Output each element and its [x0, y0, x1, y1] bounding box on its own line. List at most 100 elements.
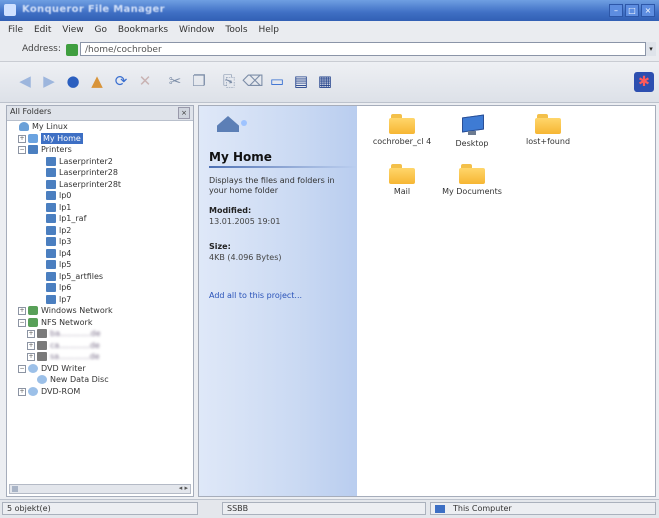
- reload-icon[interactable]: ⟳: [110, 70, 132, 92]
- user-icon: [19, 122, 29, 131]
- divider: [209, 166, 357, 168]
- tree-item[interactable]: lp1_raf: [7, 213, 193, 225]
- file-item[interactable]: My Documents: [437, 164, 507, 196]
- app-icon: [4, 4, 16, 16]
- tree-item[interactable]: lp4: [7, 248, 193, 260]
- printer-icon: [46, 248, 56, 258]
- tree-item[interactable]: lp1: [7, 202, 193, 214]
- file-name: lost+found: [525, 137, 571, 146]
- tree-item[interactable]: + sa............de: [7, 351, 193, 363]
- tree-item-label: ba............de: [50, 329, 101, 338]
- disc-icon: [28, 363, 38, 373]
- tree-item[interactable]: lp7: [7, 294, 193, 306]
- disc-icon: [37, 375, 47, 384]
- expand-toggle-icon[interactable]: −: [18, 146, 26, 154]
- printer-icon: [28, 145, 38, 154]
- expand-toggle-icon[interactable]: +: [27, 330, 35, 338]
- menu-edit[interactable]: Edit: [34, 21, 51, 39]
- tree-item-label: lp5: [59, 260, 72, 269]
- menu-window[interactable]: Window: [179, 21, 215, 39]
- stop-icon[interactable]: ✕: [134, 70, 156, 92]
- tree-item[interactable]: + Windows Network: [7, 305, 193, 317]
- maximize-button[interactable]: □: [625, 4, 639, 17]
- file-name: My Documents: [442, 187, 502, 196]
- tree-item[interactable]: − NFS Network: [7, 317, 193, 329]
- add-to-project-link[interactable]: Add all to this project...: [209, 291, 302, 300]
- cut-icon[interactable]: ✂: [164, 70, 186, 92]
- status-location: This Computer: [430, 502, 656, 515]
- up-folder-icon[interactable]: ▲: [86, 70, 108, 92]
- back-arrow-icon[interactable]: ◀: [14, 70, 36, 92]
- tree-item-label: lp1_raf: [59, 214, 87, 223]
- tree-item-label: New Data Disc: [50, 375, 109, 384]
- host-icon: [37, 352, 47, 361]
- menu-view[interactable]: View: [62, 21, 83, 39]
- tree-item[interactable]: lp5_artfiles: [7, 271, 193, 283]
- expand-toggle-icon[interactable]: +: [18, 134, 26, 143]
- tree-item[interactable]: My Linux: [7, 121, 193, 133]
- tree-item[interactable]: lp5: [7, 259, 193, 271]
- menu-go[interactable]: Go: [94, 21, 106, 39]
- printer-icon: [46, 283, 56, 292]
- modified-label: Modified:: [209, 206, 252, 215]
- tree-item-label: lp3: [59, 237, 72, 246]
- tree-item[interactable]: Laserprinter28t: [7, 179, 193, 191]
- expand-toggle-icon[interactable]: −: [18, 318, 26, 327]
- disc-icon: [28, 386, 38, 396]
- tree-item-label: Windows Network: [41, 306, 113, 315]
- detail-view-icon[interactable]: ▤: [290, 70, 312, 92]
- minimize-button[interactable]: –: [609, 4, 623, 17]
- tree-item[interactable]: New Data Disc: [7, 374, 193, 386]
- address-dropdown-icon[interactable]: ▾: [645, 42, 656, 56]
- tree-item[interactable]: − Printers: [7, 144, 193, 156]
- expand-toggle-icon[interactable]: +: [27, 341, 35, 350]
- horizontal-scrollbar[interactable]: ◂ ▸: [9, 484, 191, 494]
- expand-toggle-icon[interactable]: −: [18, 364, 26, 373]
- scrollbar-thumb[interactable]: [12, 486, 18, 492]
- tree-item-label: lp1: [59, 202, 72, 212]
- window-controls: – □ ×: [609, 4, 655, 17]
- expand-toggle-icon[interactable]: +: [27, 353, 35, 361]
- location-icon: [66, 44, 78, 56]
- tree-item[interactable]: + ba............de: [7, 328, 193, 340]
- copy-icon[interactable]: ❐: [188, 70, 210, 92]
- expand-toggle-icon[interactable]: +: [18, 387, 26, 396]
- tree-item[interactable]: lp0: [7, 190, 193, 202]
- modified-value: 13.01.2005 19:01: [209, 217, 281, 226]
- scroll-arrows[interactable]: ◂ ▸: [179, 484, 188, 492]
- expand-toggle-icon[interactable]: +: [18, 307, 26, 315]
- close-panel-icon[interactable]: ×: [178, 107, 190, 119]
- trash-icon[interactable]: ⌫: [242, 70, 264, 92]
- file-item[interactable]: cochrober_cl 4: [367, 114, 437, 146]
- menu-tools[interactable]: Tools: [225, 21, 247, 39]
- menu-file[interactable]: File: [8, 21, 23, 39]
- close-window-button[interactable]: ×: [641, 4, 655, 17]
- info-title: My Home: [209, 150, 272, 164]
- tree-item[interactable]: Laserprinter2: [7, 156, 193, 168]
- paste-icon[interactable]: ⎘: [218, 70, 240, 92]
- home-icon[interactable]: ●: [62, 70, 84, 92]
- tree-item-label: Printers: [41, 145, 72, 154]
- folder-icon: [459, 164, 485, 184]
- split-view-icon[interactable]: ▦: [314, 70, 336, 92]
- tree-item[interactable]: − DVD Writer: [7, 363, 193, 375]
- menu-help[interactable]: Help: [258, 21, 279, 39]
- tree-item[interactable]: lp2: [7, 225, 193, 237]
- tree-item[interactable]: + ca............de: [7, 340, 193, 352]
- printer-icon: [46, 168, 56, 177]
- throbber-icon[interactable]: ✱: [634, 72, 654, 92]
- tree-item[interactable]: + DVD-ROM: [7, 386, 193, 398]
- file-item[interactable]: lost+found: [513, 114, 583, 146]
- file-item[interactable]: Mail: [367, 164, 437, 196]
- tree-item[interactable]: lp6: [7, 282, 193, 294]
- icon-view-icon[interactable]: ▭: [266, 70, 288, 92]
- size-value: 4KB (4.096 Bytes): [209, 253, 282, 262]
- file-item[interactable]: Desktop: [437, 114, 507, 148]
- title-bar[interactable]: Konqueror File Manager – □ ×: [0, 0, 659, 21]
- menu-bookmarks[interactable]: Bookmarks: [118, 21, 168, 39]
- address-input[interactable]: /home/cochrober: [80, 42, 650, 56]
- tree-item[interactable]: Laserprinter28: [7, 167, 193, 179]
- tree-item[interactable]: lp3: [7, 236, 193, 248]
- forward-arrow-icon[interactable]: ▶: [38, 70, 60, 92]
- tree-item[interactable]: + My Home: [7, 132, 193, 145]
